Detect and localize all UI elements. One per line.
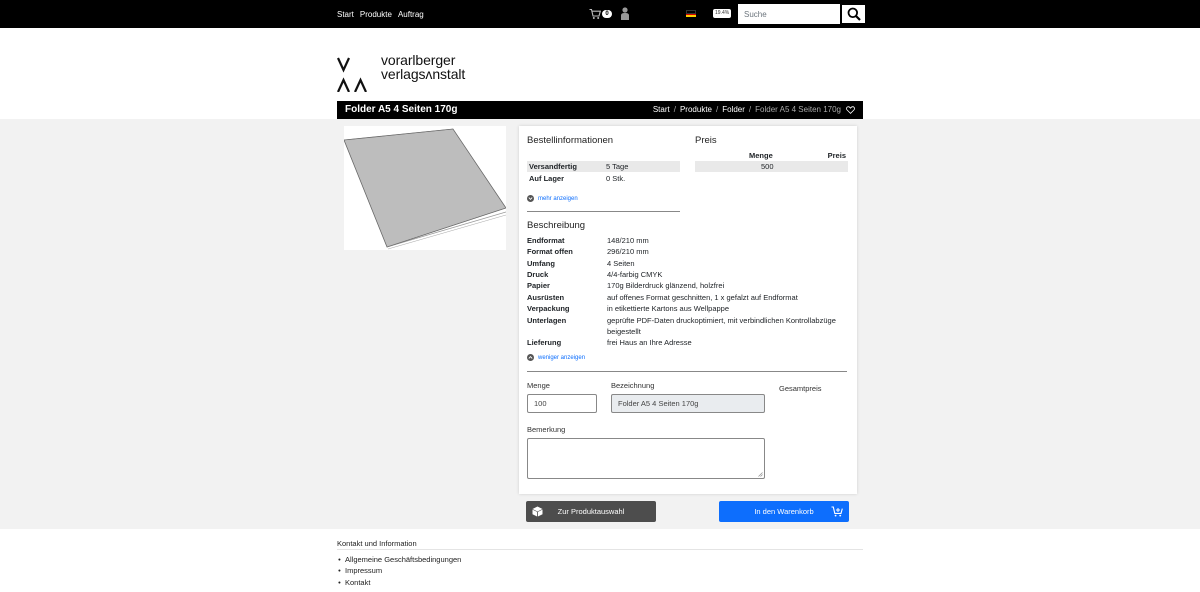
box-icon: [532, 506, 543, 517]
price-row-menge: 500: [761, 162, 774, 171]
description-value: 296/210 mm: [607, 247, 649, 256]
page-title: Folder A5 4 Seiten 170g: [345, 104, 458, 115]
add-to-cart-button[interactable]: In den Warenkorb: [719, 501, 849, 522]
footer-link-agb[interactable]: Allgemeine Geschäftsbedingungen: [334, 554, 461, 565]
description-value: geprüfte PDF-Daten druckoptimiert, mit v…: [607, 316, 836, 337]
search-button[interactable]: [841, 4, 866, 24]
description-key: Verpackung: [527, 304, 570, 313]
order-info-key: Auf Lager: [529, 174, 565, 183]
chevron-down-icon: [527, 195, 534, 202]
product-image: [343, 128, 507, 250]
footer-divider: [337, 549, 863, 550]
remark-textarea[interactable]: [527, 438, 765, 479]
breadcrumb-current: Folder A5 4 Seiten 170g: [755, 105, 841, 114]
product-detail-card: Bestellinformationen Preis Versandfertig…: [519, 126, 857, 494]
description-value: in etikettierte Kartons aus Wellpappe: [607, 304, 730, 313]
info-pill: 19.4%: [713, 9, 732, 18]
nav-start[interactable]: Start: [337, 10, 354, 19]
flag-de-icon[interactable]: [686, 10, 696, 18]
show-less-link[interactable]: weniger anzeigen: [527, 354, 585, 361]
description-value: 148/210 mm: [607, 236, 649, 245]
top-navbar: Start Produkte Auftrag 0 19.4%: [0, 0, 1200, 28]
user-icon[interactable]: [621, 7, 629, 20]
main-nav: Start Produkte Auftrag: [337, 10, 424, 19]
show-more-label: mehr anzeigen: [538, 195, 578, 202]
show-less-label: weniger anzeigen: [538, 354, 586, 361]
order-info-value: 5 Tage: [606, 162, 629, 171]
order-info-row: Auf Lager 0 Stk.: [527, 173, 680, 184]
description-value: 170g Bilderdruck glänzend, holzfrei: [607, 281, 725, 290]
price-table-header: Menge Preis: [695, 150, 848, 161]
order-info-row: Versandfertig 5 Tage: [527, 161, 680, 172]
description-key: Lieferung: [527, 338, 562, 347]
breadcrumb-start[interactable]: Start: [653, 105, 670, 114]
bemerkung-label: Bemerkung: [527, 425, 566, 434]
search-input[interactable]: [738, 4, 840, 24]
back-button-label: Zur Produktauswahl: [557, 507, 625, 516]
nav-produkte[interactable]: Produkte: [360, 10, 392, 19]
search-icon: [847, 7, 861, 21]
order-info-heading: Bestellinformationen: [527, 135, 614, 146]
logo-line-2: verlagsʌnstalt: [381, 65, 466, 82]
description-key: Papier: [527, 281, 550, 290]
resize-grip-icon[interactable]: [758, 472, 763, 477]
description-value: 4/4-farbig CMYK: [607, 270, 663, 279]
breadcrumb-folder[interactable]: Folder: [722, 105, 745, 114]
logo-wordmark[interactable]: vorarlberger verlagsʌnstalt: [381, 53, 466, 82]
divider: [527, 211, 680, 212]
description-key: Format offen: [527, 247, 573, 256]
show-more-link[interactable]: mehr anzeigen: [527, 195, 578, 202]
price-table-row: 500: [695, 161, 848, 172]
heart-icon[interactable]: [846, 105, 855, 114]
cart-button-label: In den Warenkorb: [754, 507, 814, 516]
back-to-products-button[interactable]: Zur Produktauswahl: [526, 501, 656, 522]
footer-heading: Kontakt und Information: [337, 539, 417, 548]
product-title-bar: Folder A5 4 Seiten 170g Start / Produkte…: [337, 101, 863, 119]
price-heading: Preis: [695, 135, 717, 146]
cart-plus-icon: [831, 506, 843, 517]
price-col-preis: Preis: [827, 151, 846, 160]
description-key: Endformat: [527, 236, 565, 245]
breadcrumb: Start / Produkte / Folder / Folder A5 4 …: [653, 105, 855, 114]
footer-link-impressum[interactable]: Impressum: [334, 565, 461, 576]
footer-link-kontakt[interactable]: Kontakt: [334, 577, 461, 588]
description-key: Umfang: [527, 259, 555, 268]
quantity-input[interactable]: [527, 394, 597, 413]
breadcrumb-produkte[interactable]: Produkte: [680, 105, 712, 114]
description-key: Unterlagen: [527, 316, 567, 325]
nav-auftrag[interactable]: Auftrag: [398, 10, 424, 19]
product-image-card: [343, 126, 507, 250]
description-key: Ausrüsten: [527, 293, 565, 302]
designation-field[interactable]: [611, 394, 765, 413]
divider: [527, 371, 847, 372]
order-info-value: 0 Stk.: [606, 174, 626, 183]
bezeichnung-label: Bezeichnung: [611, 381, 655, 390]
footer-links: Allgemeine Geschäftsbedingungen Impressu…: [334, 554, 461, 588]
description-value: frei Haus an Ihre Adresse: [607, 338, 692, 347]
order-info-key: Versandfertig: [529, 162, 577, 171]
price-col-menge: Menge: [749, 151, 773, 160]
cart-icon[interactable]: [589, 8, 601, 20]
description-heading: Beschreibung: [527, 220, 586, 231]
description-value: 4 Seiten: [607, 259, 635, 268]
description-value: auf offenes Format geschnitten, 1 x gefa…: [607, 293, 798, 302]
logo-mark: [337, 57, 367, 92]
cart-count-badge: 0: [602, 10, 612, 18]
chevron-up-icon: [527, 354, 534, 361]
description-key: Druck: [527, 270, 549, 279]
gesamtpreis-label: Gesamtpreis: [779, 384, 822, 393]
menge-label: Menge: [527, 381, 550, 390]
